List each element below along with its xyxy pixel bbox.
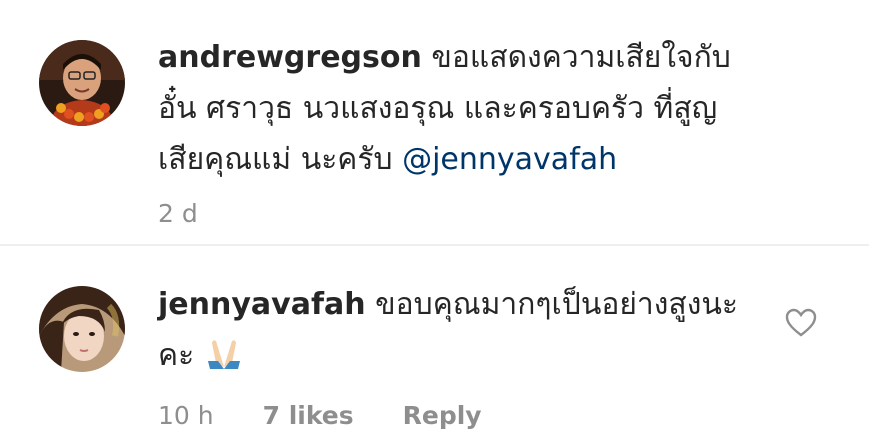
folded-hands-emoji: [204, 336, 244, 387]
heart-icon[interactable]: [785, 308, 817, 338]
comment-andrewgregson: andrewgregson ขอแสดงความเสียใจกับ อั๋น ศ…: [0, 0, 869, 245]
likes-count[interactable]: 7 likes: [263, 401, 354, 430]
reply-button[interactable]: Reply: [403, 401, 482, 430]
comment-timestamp[interactable]: 2 d: [158, 199, 198, 228]
comment-text: jennyavafah ขอบคุณมากๆเป็นอย่างสูงนะคะ: [158, 279, 759, 387]
comment-body: jennyavafah ขอบคุณมากๆเป็นอย่างสูงนะคะ 1…: [158, 279, 759, 430]
avatar[interactable]: [39, 40, 125, 126]
comment-text: andrewgregson ขอแสดงความเสียใจกับ อั๋น ศ…: [158, 32, 759, 185]
avatar[interactable]: [39, 286, 125, 372]
comment-username[interactable]: andrewgregson: [158, 40, 422, 75]
comment-body: andrewgregson ขอแสดงความเสียใจกับ อั๋น ศ…: [158, 32, 759, 228]
comment-meta: 10 h 7 likes Reply: [158, 401, 759, 430]
comment-jennyavafah: jennyavafah ขอบคุณมากๆเป็นอย่างสูงนะคะ 1…: [0, 246, 869, 447]
comment-meta: 2 d: [158, 199, 759, 228]
comment-username[interactable]: jennyavafah: [158, 287, 366, 322]
mention-link[interactable]: @jennyavafah: [402, 142, 617, 177]
comment-timestamp[interactable]: 10 h: [158, 401, 214, 430]
